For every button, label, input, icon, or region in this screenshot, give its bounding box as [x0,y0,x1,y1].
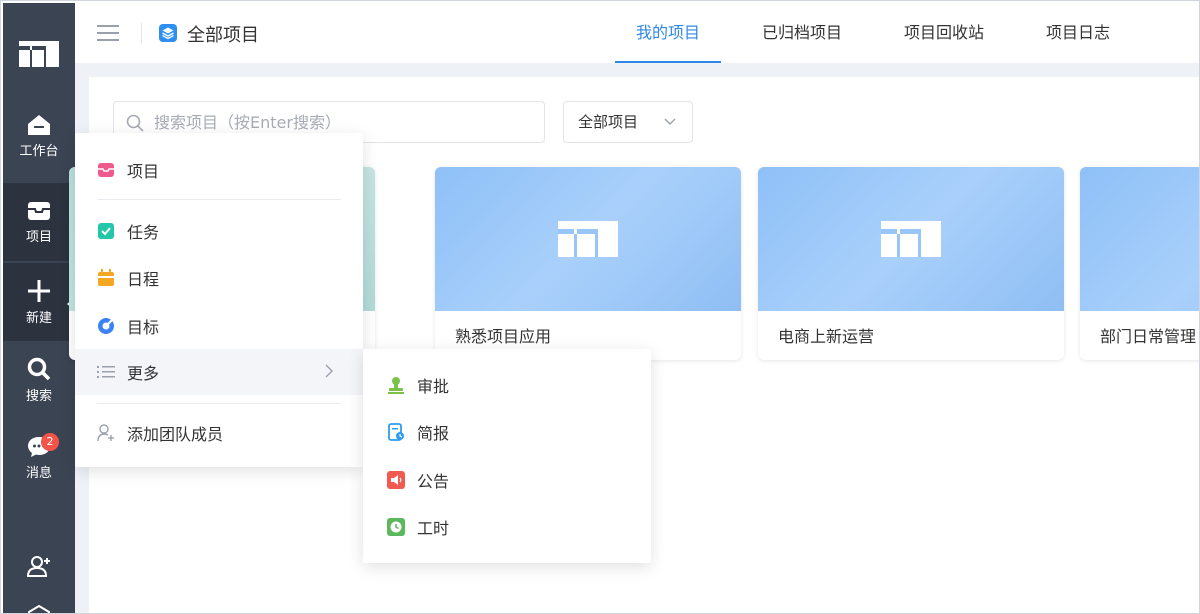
search-icon [27,357,51,380]
menu-item-label: 日程 [127,270,160,289]
project-card[interactable]: 电商上新运营 [758,167,1064,360]
tab-project-recycle-bin[interactable]: 项目回收站 [883,3,1005,63]
unread-count-badge: 2 [41,433,59,451]
submenu-item-work-hours[interactable]: 工时 [363,504,651,550]
app-logo-icon[interactable] [19,41,59,67]
project-cover [435,167,741,311]
submenu-item-approval[interactable]: 审批 [363,362,651,408]
new-item-menu: 项目 任务 日程 目标 更多 添加团队成员 [75,133,363,467]
calendar-icon [98,269,114,286]
chevron-right-icon [325,364,333,378]
filter-value: 全部项目 [578,113,639,131]
workbench-icon [28,114,50,135]
menu-item-label: 更多 [127,364,160,383]
cube-icon[interactable] [27,605,51,614]
hamburger-menu-icon[interactable] [97,23,119,43]
invite-user-icon[interactable] [27,555,51,577]
sidebar-item-label: 消息 [25,465,52,481]
menu-item-label: 项目 [127,162,160,181]
menu-item-label: 添加团队成员 [127,425,224,444]
sidebar-item-new[interactable]: 新建 [3,263,75,341]
approval-stamp-icon [388,377,404,394]
tab-project-log[interactable]: 项目日志 [1025,3,1131,63]
menu-item-label: 目标 [127,318,160,337]
app-window: 工作台 项目 新建 搜索 消息 2 全部项目 我的项目 已归档项目 项目回收站 … [0,0,1200,614]
sidebar-item-label: 项目 [25,229,52,245]
menu-divider [97,403,341,404]
submenu-item-label: 简报 [417,424,450,443]
sidebar-item-workbench[interactable]: 工作台 [3,97,75,175]
project-layers-icon [159,24,177,42]
menu-divider [97,199,341,200]
announcement-icon [387,471,405,489]
project-logo-icon [881,221,941,257]
sidebar-item-search[interactable]: 搜索 [3,341,75,419]
menu-item-label: 任务 [127,223,160,242]
project-title: 电商上新运营 [778,327,875,346]
project-logo-icon [558,221,618,257]
project-cover [1080,167,1199,311]
plus-icon [28,279,50,302]
project-tabs: 我的项目 已归档项目 项目回收站 项目日志 [615,3,1151,63]
menu-item-project[interactable]: 项目 [75,147,363,193]
report-icon [388,423,404,441]
project-card[interactable]: 部门日常管理 [1080,167,1199,360]
project-title: 部门日常管理 [1100,327,1197,346]
project-filter-select[interactable]: 全部项目 [563,101,693,143]
clock-icon [387,518,405,536]
project-cover [758,167,1064,311]
sidebar-item-messages[interactable]: 消息 2 [3,419,75,497]
target-icon [98,317,115,334]
project-inbox-icon [28,201,50,220]
page-title: 全部项目 [187,25,259,46]
submenu-item-announcement[interactable]: 公告 [363,457,651,503]
task-check-icon [98,223,114,239]
menu-item-add-team-member[interactable]: 添加团队成员 [75,410,363,456]
project-card[interactable]: 熟悉项目应用 [435,167,741,360]
sidebar-item-project[interactable]: 项目 [3,183,75,261]
add-member-icon [97,424,114,442]
menu-item-schedule[interactable]: 日程 [75,255,363,301]
sidebar: 工作台 项目 新建 搜索 消息 2 [3,3,75,614]
list-icon [97,366,115,378]
submenu-item-report[interactable]: 简报 [363,409,651,455]
header-bar: 全部项目 我的项目 已归档项目 项目回收站 项目日志 [75,3,1199,63]
submenu-item-label: 审批 [417,377,450,396]
tab-archived-projects[interactable]: 已归档项目 [741,3,863,63]
header-divider [141,23,142,43]
sidebar-item-label: 工作台 [19,143,59,159]
tab-my-projects[interactable]: 我的项目 [615,3,722,63]
menu-item-task[interactable]: 任务 [75,208,363,254]
sidebar-item-label: 新建 [25,310,52,326]
more-submenu: 审批 简报 公告 工时 [363,349,651,563]
project-title: 熟悉项目应用 [455,327,552,346]
search-icon [126,114,144,132]
menu-item-more[interactable]: 更多 [75,349,363,395]
submenu-item-label: 公告 [417,472,450,491]
project-icon [98,163,114,177]
submenu-item-label: 工时 [417,519,450,538]
chevron-down-icon [664,118,676,125]
sidebar-item-label: 搜索 [25,388,52,404]
menu-item-goal[interactable]: 目标 [75,303,363,349]
